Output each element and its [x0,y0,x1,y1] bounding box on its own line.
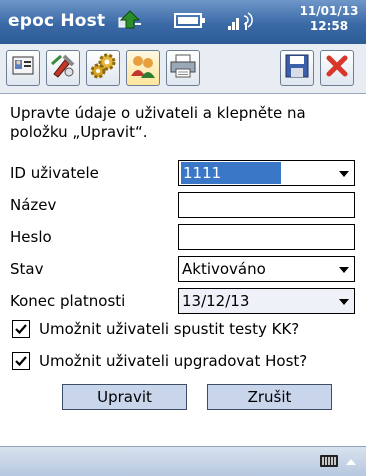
checkmark-icon [15,356,27,367]
user-id-row: ID uživatele 1111 [10,160,356,188]
expiry-label: Konec platnosti [10,292,126,310]
save-icon [284,53,310,83]
print-tool-button[interactable] [166,50,200,86]
password-row: Heslo [10,224,356,252]
app-title: epoc Host [8,11,106,31]
cancel-button[interactable]: Zrušit [207,384,332,410]
patient-tool-button[interactable] [6,50,40,86]
allow-qc-row: Umožnit uživateli spustit testy KK? [12,318,358,342]
instructions-text: Upravte údaje o uživateli a klepněte na … [10,104,306,141]
allow-qc-label[interactable]: Umožnit uživateli spustit testy KK? [39,320,299,338]
name-row: Název [10,192,356,220]
clock[interactable]: 11/01/13 12:58 [298,4,360,34]
allow-upgrade-checkbox[interactable] [12,352,30,370]
status-select[interactable]: Aktivováno [178,256,355,282]
keyboard-icon[interactable] [320,455,338,467]
checkmark-icon [15,324,27,335]
chevron-down-icon[interactable] [339,171,349,177]
signal-icon[interactable] [226,10,256,36]
status-value: Aktivováno [182,260,266,278]
user-id-label: ID uživatele [10,164,99,182]
edit-button[interactable]: Upravit [62,384,187,410]
printer-icon [169,52,197,84]
date-text: 11/01/13 [299,4,359,18]
name-label: Název [10,196,57,214]
users-tool-button[interactable] [126,50,160,86]
patient-icon [11,54,35,82]
close-tool-button[interactable] [320,50,354,86]
time-text: 12:58 [309,19,349,33]
title-bar: epoc Host 11/01/13 12:58 [0,0,366,44]
allow-upgrade-row: Umožnit uživateli upgradovat Host? [12,350,358,374]
toolbar [0,44,366,94]
expiry-value: 13/12/13 [182,292,250,310]
allow-upgrade-label[interactable]: Umožnit uživateli upgradovat Host? [39,352,307,370]
chevron-down-icon[interactable] [339,267,349,273]
status-row: Stav Aktivováno [10,256,356,284]
chevron-down-icon[interactable] [339,299,349,305]
tools-tool-button[interactable] [46,50,80,86]
allow-qc-checkbox[interactable] [12,320,30,338]
user-id-value: 1111 [181,162,282,184]
settings-gears-icon [89,52,117,84]
chevron-up-icon[interactable] [346,459,356,465]
user-id-select[interactable]: 1111 [178,160,355,186]
save-tool-button[interactable] [280,50,314,86]
tools-icon [49,52,77,84]
expiry-row: Konec platnosti 13/12/13 [10,288,356,316]
password-input[interactable] [178,224,355,250]
battery-icon[interactable] [174,12,206,34]
users-icon [129,52,157,84]
name-input[interactable] [178,192,355,218]
close-icon [324,53,350,83]
bottom-menu-bar [0,446,366,476]
password-label: Heslo [10,228,52,246]
settings-tool-button[interactable] [86,50,120,86]
status-label: Stav [10,260,44,278]
sync-icon[interactable] [115,8,145,40]
expiry-date-picker[interactable]: 13/12/13 [178,288,355,314]
